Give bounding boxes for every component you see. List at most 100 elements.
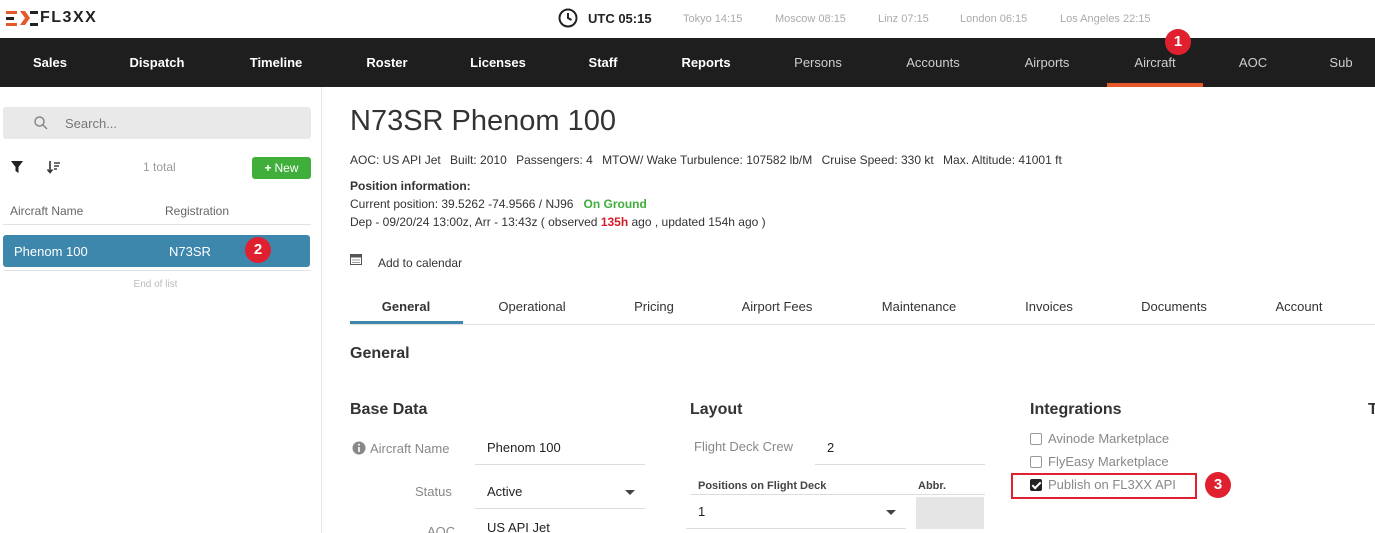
- flight-deck-crew-label: Flight Deck Crew: [694, 439, 793, 454]
- aircraft-detail: N73SR Phenom 100 AOC: US API Jet Built: …: [322, 87, 1375, 533]
- column-aircraft-name[interactable]: Aircraft Name: [10, 204, 83, 218]
- positions-header-divider: [690, 494, 985, 495]
- nav-dispatch[interactable]: Dispatch: [130, 38, 185, 87]
- annotation-badge-3: 3: [1205, 472, 1231, 498]
- flight-info-suffix: ago , updated 154h ago ): [628, 215, 766, 229]
- annotation-badge-2: 2: [245, 237, 271, 263]
- sort-icon[interactable]: [46, 159, 62, 175]
- tab-account[interactable]: Account: [1276, 299, 1323, 314]
- nav-staff[interactable]: Staff: [589, 38, 618, 87]
- city-time-tokyo: Tokyo 14:15: [683, 13, 743, 25]
- nav-aoc[interactable]: AOC: [1239, 38, 1267, 87]
- total-count: 1 total: [143, 160, 176, 174]
- position-header: Position information:: [350, 179, 471, 193]
- tab-invoices[interactable]: Invoices: [1025, 299, 1073, 314]
- meta-max-altitude: Max. Altitude: 41001 ft: [943, 153, 1062, 167]
- meta-built: Built: 2010: [450, 153, 507, 167]
- flight-info-prefix: Dep - 09/20/24 13:00z, Arr - 13:43z ( ob…: [350, 215, 601, 229]
- new-button-label: New: [274, 161, 299, 175]
- search-box[interactable]: [3, 107, 311, 139]
- integrations-title: Integrations: [1030, 401, 1122, 418]
- search-input[interactable]: [65, 113, 295, 133]
- aoc-value: US API Jet: [487, 520, 550, 533]
- status-label: Status: [415, 484, 452, 499]
- logo-text: FL3XX: [40, 9, 98, 26]
- status-select[interactable]: Active: [475, 477, 645, 509]
- column-divider: [3, 224, 311, 225]
- position-chevron-down-icon: [886, 510, 896, 515]
- tab-documents[interactable]: Documents: [1141, 299, 1207, 314]
- annotation-badge-1: 1: [1165, 29, 1191, 55]
- tab-airport-fees[interactable]: Airport Fees: [742, 299, 813, 314]
- aircraft-name-field[interactable]: Phenom 100: [475, 433, 645, 465]
- info-icon[interactable]: [352, 441, 366, 455]
- flyeasy-marketplace-checkbox[interactable]: [1030, 455, 1042, 468]
- end-of-list: End of list: [133, 279, 178, 290]
- tab-divider: [350, 324, 1375, 325]
- add-to-calendar-link[interactable]: Add to calendar: [378, 256, 462, 270]
- flyeasy-marketplace-option[interactable]: FlyEasy Marketplace: [1030, 454, 1169, 469]
- status-value: Active: [487, 484, 523, 499]
- fl3xx-logo[interactable]: FL3XX: [6, 8, 97, 28]
- flight-deck-crew-field[interactable]: 2: [815, 433, 985, 465]
- nav-airports[interactable]: Airports: [1025, 38, 1070, 87]
- layout-title: Layout: [690, 401, 743, 418]
- tab-operational[interactable]: Operational: [498, 299, 565, 314]
- clock-icon: [558, 8, 578, 28]
- utc-clock: UTC 05:15: [558, 8, 652, 28]
- new-aircraft-button[interactable]: + New: [252, 157, 311, 179]
- nav-timeline[interactable]: Timeline: [250, 38, 303, 87]
- observed-hours: 135h: [600, 215, 629, 229]
- base-data-title: Base Data: [350, 401, 428, 418]
- meta-aoc: AOC: US API Jet: [350, 153, 441, 167]
- meta-cruise-speed: Cruise Speed: 330 kt: [821, 153, 934, 167]
- search-icon: [34, 116, 48, 130]
- status-chevron-down-icon: [625, 490, 635, 495]
- position-select[interactable]: 1: [686, 497, 906, 529]
- tab-general[interactable]: General: [382, 299, 430, 314]
- position-value: 1: [698, 504, 706, 519]
- flight-info: Dep - 09/20/24 13:00z, Arr - 13:43z ( ob…: [350, 215, 766, 229]
- page-title: N73SR Phenom 100: [350, 105, 616, 137]
- city-time-london: London 06:15: [960, 13, 1028, 25]
- nav-sales[interactable]: Sales: [33, 38, 67, 87]
- flight-deck-crew-value: 2: [827, 440, 835, 455]
- row-divider: [3, 270, 311, 271]
- section-title-general: General: [350, 345, 410, 362]
- nav-roster[interactable]: Roster: [366, 38, 407, 87]
- filter-icon[interactable]: [10, 160, 24, 174]
- positions-header: Positions on Flight Deck: [698, 480, 827, 492]
- calendar-icon[interactable]: [350, 254, 362, 265]
- aoc-label: AOC: [427, 524, 456, 533]
- aircraft-meta: AOC: US API Jet Built: 2010 Passengers: …: [350, 153, 1068, 167]
- tab-maintenance[interactable]: Maintenance: [882, 299, 956, 314]
- city-time-los-angeles: Los Angeles 22:15: [1060, 13, 1151, 25]
- abbr-header: Abbr.: [918, 480, 947, 492]
- city-time-moscow: Moscow 08:15: [775, 13, 846, 25]
- flyeasy-marketplace-label: FlyEasy Marketplace: [1048, 454, 1169, 469]
- current-position-text: Current position: 39.5262 -74.9566 / NJ9…: [350, 197, 574, 211]
- aircraft-name-value: Phenom 100: [487, 440, 561, 455]
- nav-accounts[interactable]: Accounts: [906, 38, 959, 87]
- highlight-box: [1011, 473, 1197, 499]
- abbr-field[interactable]: [916, 497, 984, 529]
- logo-mark-icon: [6, 11, 38, 26]
- avinode-marketplace-option[interactable]: Avinode Marketplace: [1030, 431, 1169, 446]
- nav-sub[interactable]: Sub: [1329, 38, 1352, 87]
- nav-licenses[interactable]: Licenses: [470, 38, 526, 87]
- meta-passengers: Passengers: 4: [516, 153, 593, 167]
- utc-time: UTC 05:15: [588, 10, 652, 26]
- avinode-marketplace-checkbox[interactable]: [1030, 432, 1042, 445]
- column-registration[interactable]: Registration: [165, 204, 229, 218]
- nav-persons[interactable]: Persons: [794, 38, 842, 87]
- aircraft-list-item-registration: N73SR: [169, 244, 211, 259]
- aircraft-list-item-name: Phenom 100: [14, 244, 88, 259]
- aircraft-sidebar: 1 total +New Aircraft Name Registration …: [0, 87, 322, 533]
- nav-reports[interactable]: Reports: [681, 38, 730, 87]
- aoc-select[interactable]: US API Jet: [475, 519, 645, 533]
- cut-off-column-title: T: [1368, 401, 1375, 418]
- meta-mtow: MTOW/ Wake Turbulence: 107582 lb/M: [602, 153, 813, 167]
- aircraft-name-label: Aircraft Name: [370, 441, 450, 456]
- plus-icon: +: [264, 161, 272, 175]
- tab-pricing[interactable]: Pricing: [634, 299, 674, 314]
